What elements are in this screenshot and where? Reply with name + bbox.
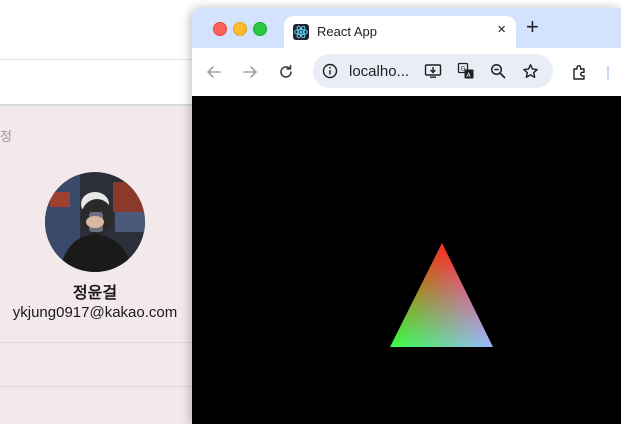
window-minimize-button[interactable] [233, 22, 247, 36]
extensions-icon[interactable] [568, 60, 592, 84]
tab-react-app[interactable]: React App × [284, 16, 516, 48]
reload-icon[interactable] [274, 60, 298, 84]
tab-title: React App [317, 24, 377, 39]
triangle-blue-blend [390, 243, 493, 347]
profile-name: 정윤걸 [72, 285, 118, 302]
tab-strip: React App × + [192, 8, 621, 48]
browser-window: React App × + localho... GA [192, 8, 621, 424]
rgb-triangle-canvas [390, 243, 493, 347]
address-bar[interactable]: localho... GA [313, 54, 553, 88]
url-text: localho... [349, 63, 410, 80]
svg-text:G: G [461, 65, 466, 73]
react-logo-icon [293, 24, 309, 40]
tab-close-icon[interactable]: × [497, 21, 506, 38]
bookmark-star-icon[interactable] [521, 62, 539, 80]
profile-email: ykjung0917@kakao.com [12, 304, 178, 321]
translate-icon[interactable]: GA [457, 62, 475, 80]
install-app-icon[interactable] [424, 62, 442, 80]
site-info-icon[interactable] [321, 62, 339, 80]
window-maximize-button[interactable] [253, 22, 267, 36]
new-tab-button[interactable]: + [526, 14, 539, 40]
page-viewport[interactable] [192, 96, 621, 424]
toolbar-divider [607, 66, 609, 80]
zoom-out-icon[interactable] [489, 62, 507, 80]
forward-arrow-icon[interactable] [238, 60, 262, 84]
back-arrow-icon[interactable] [202, 60, 226, 84]
divider [0, 386, 192, 387]
browser-toolbar: localho... GA [192, 48, 621, 96]
window-close-button[interactable] [213, 22, 227, 36]
divider [0, 342, 192, 343]
section-label: 정 [0, 129, 12, 144]
avatar[interactable] [45, 172, 145, 272]
